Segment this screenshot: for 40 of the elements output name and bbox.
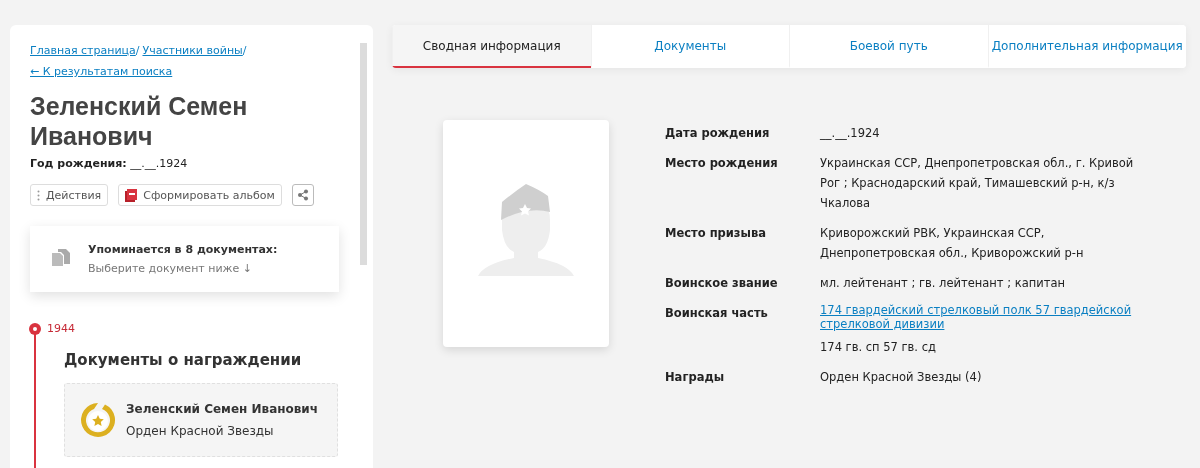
tab[interactable]: Сводная информация	[392, 25, 591, 68]
back-link[interactable]: ← К результатам поиска	[30, 61, 173, 83]
info-label: Место призыва	[665, 225, 767, 242]
info-label: Дата рождения	[665, 125, 771, 142]
share-icon	[296, 189, 309, 201]
album-button[interactable]: Сформировать альбом	[118, 184, 282, 206]
info-label: Воинское звание	[665, 275, 779, 292]
info-value: __.__.1924	[820, 125, 881, 142]
mentions-hint: Выберите документ ниже ↓	[88, 262, 253, 275]
dots-icon	[37, 189, 40, 201]
info-value: Криворожский РВК, Украинская ССР, Днепропетровская обл., Криворожский р-н	[820, 225, 1085, 262]
timeline-year: 1944	[47, 322, 75, 335]
info-value: 174 гв. сп 57 гв. сд	[820, 339, 937, 356]
section-title: Документы о награждении	[64, 351, 303, 369]
award-card[interactable]: Зеленский Семен Иванович Орден Красной Звезды	[64, 383, 338, 457]
info-value: Орден Красной Звезды (4)	[820, 369, 983, 386]
person-name: Зеленский Семен Иванович	[30, 91, 249, 151]
breadcrumb-link[interactable]: Главная страница	[30, 41, 136, 61]
share-button[interactable]	[291, 184, 314, 206]
tab[interactable]: Дополнительная информация	[987, 25, 1186, 68]
breadcrumb-separator: /	[242, 43, 247, 59]
info-label: Воинская часть	[665, 305, 769, 322]
tab[interactable]: Документы	[590, 25, 789, 68]
medal-icon	[80, 402, 116, 438]
unit-link[interactable]: 174 гвардейский стрелковый полк 57 гвардейской стрелковой дивизии	[820, 303, 1150, 331]
info-label: Место рождения	[665, 155, 779, 172]
breadcrumb-link[interactable]: Участники войны	[142, 41, 243, 61]
info-label: Награды	[665, 369, 726, 386]
award-name: Орден Красной Звезды	[126, 424, 275, 438]
tab[interactable]: Боевой путь	[789, 25, 988, 68]
birth-year: Год рождения: __.__.1924	[30, 157, 189, 170]
pdf-icon	[125, 188, 138, 202]
award-person: Зеленский Семен Иванович	[126, 402, 318, 416]
info-value: Украинская ССР, Днепропетровская обл., г. Кривой Рог ; Краснодарский край, Тимашевский р-н, к/з Чкалова	[820, 155, 1135, 212]
breadcrumb-separator: /	[135, 43, 140, 59]
actions-button[interactable]: Действия	[30, 184, 109, 206]
documents-icon	[52, 249, 70, 269]
scrollbar[interactable]	[360, 43, 367, 265]
mentions-title: Упоминается в 8 документах:	[88, 243, 278, 256]
info-value: мл. лейтенант ; гв. лейтенант ; капитан	[820, 275, 1066, 292]
